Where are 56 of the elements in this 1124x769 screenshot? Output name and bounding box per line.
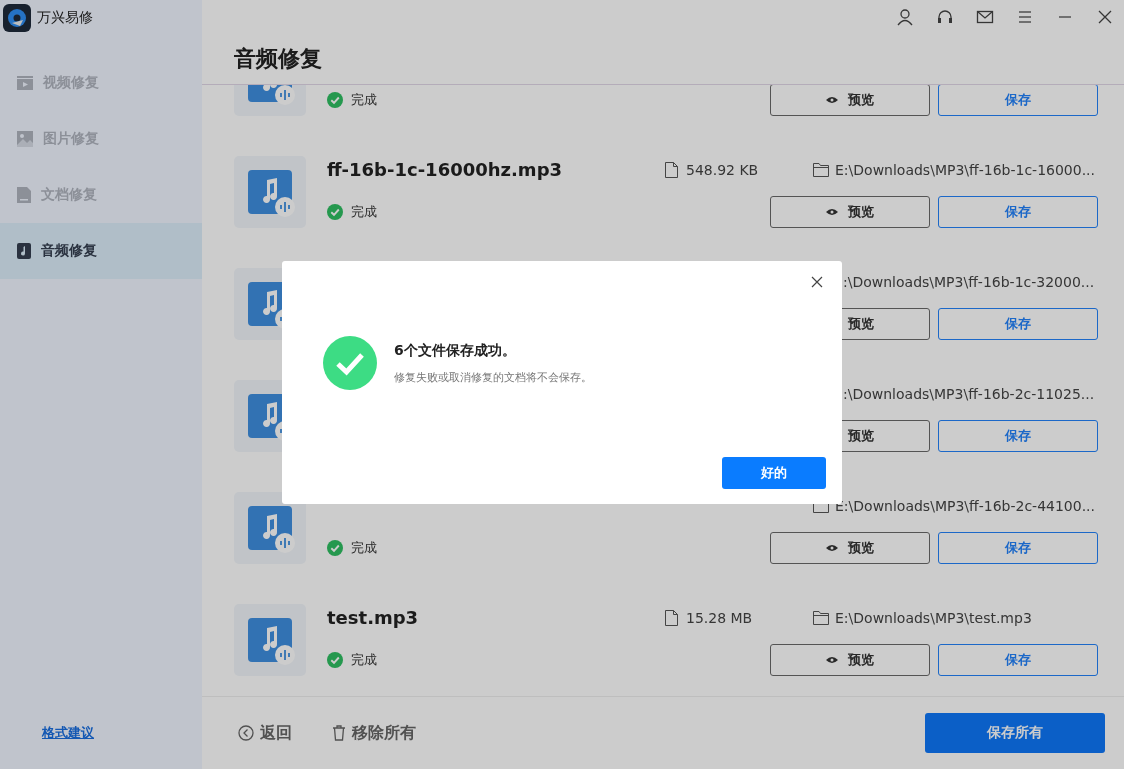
file-path: E:\Downloads\MP3\ff-16b-2c-44100...	[835, 497, 1096, 514]
trash-icon	[332, 725, 346, 742]
preview-button[interactable]: 预览	[770, 531, 930, 564]
check-icon	[327, 91, 343, 108]
page-title: 音频修复	[234, 45, 322, 74]
video-icon	[17, 75, 33, 91]
music-file-icon	[17, 243, 31, 259]
status-text: 完成	[351, 650, 377, 669]
file-name: ff-16b-1c-16000hz.mp3	[327, 159, 564, 181]
app-logo-icon	[3, 3, 31, 32]
back-button[interactable]: 返回	[232, 721, 298, 745]
ok-button[interactable]: 好的	[722, 457, 826, 489]
eye-icon	[826, 543, 838, 552]
format-suggestion-link[interactable]: 格式建议	[42, 724, 94, 742]
preview-button[interactable]: 预览	[770, 195, 930, 228]
status-text: 完成	[351, 90, 377, 109]
save-button[interactable]: 保存	[938, 419, 1098, 452]
sidebar-item[interactable]: 音频修复	[0, 223, 202, 279]
file-path: E:\Downloads\MP3\test.mp3	[835, 609, 1032, 626]
save-button[interactable]: 保存	[938, 643, 1098, 676]
save-button[interactable]: 保存	[938, 307, 1098, 340]
eye-icon	[826, 655, 838, 664]
folder-icon	[813, 162, 829, 177]
app-name: 万兴易修	[37, 8, 93, 27]
success-check-icon	[322, 335, 378, 391]
file-name: test.mp3	[327, 607, 420, 629]
back-icon	[238, 725, 254, 742]
dialog-title: 6个文件保存成功。	[394, 341, 517, 360]
remove-all-button[interactable]: 移除所有	[326, 721, 422, 745]
preview-button[interactable]: 预览	[770, 643, 930, 676]
file-icon	[665, 609, 678, 626]
document-icon	[17, 187, 31, 203]
status-text: 完成	[351, 202, 377, 221]
preview-button[interactable]: 预览	[770, 84, 930, 116]
check-icon	[327, 651, 343, 668]
check-icon	[327, 203, 343, 220]
file-path: :\Downloads\MP3\ff-16b-2c-11025...	[843, 385, 1095, 402]
save-all-button[interactable]: 保存所有	[925, 713, 1105, 754]
check-icon	[327, 539, 343, 556]
file-path: E:\Downloads\MP3\ff-16b-1c-16000...	[835, 161, 1096, 178]
dialog-message: 修复失败或取消修复的文档将不会保存。	[394, 369, 592, 385]
audio-file-icon	[234, 155, 306, 228]
file-icon	[665, 161, 678, 178]
folder-icon	[813, 610, 829, 625]
save-button[interactable]: 保存	[938, 531, 1098, 564]
file-size: 15.28 MB	[686, 609, 753, 626]
eye-icon	[826, 95, 838, 104]
file-size: 548.92 KB	[686, 161, 759, 178]
status-text: 完成	[351, 538, 377, 557]
save-button[interactable]: 保存	[938, 195, 1098, 228]
eye-icon	[826, 207, 838, 216]
audio-file-icon	[234, 603, 306, 676]
file-path: :\Downloads\MP3\ff-16b-1c-32000...	[843, 273, 1095, 290]
user-icon[interactable]	[896, 8, 914, 27]
image-icon	[17, 131, 33, 147]
save-button[interactable]: 保存	[938, 84, 1098, 116]
